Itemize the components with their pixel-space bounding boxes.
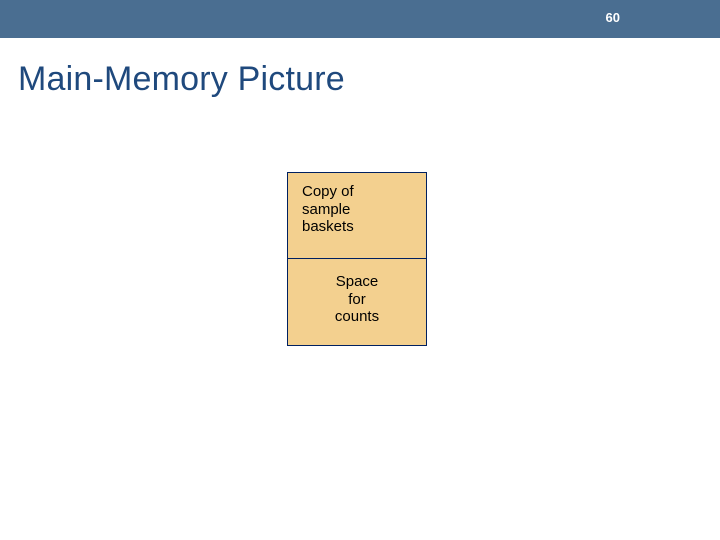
- diagram-cell-line: for: [348, 291, 366, 308]
- slide-number: 60: [606, 10, 620, 25]
- memory-diagram: Copy of sample baskets Space for counts: [287, 172, 427, 346]
- diagram-cell-sample-baskets: Copy of sample baskets: [288, 173, 426, 259]
- header-bar: 60: [0, 0, 720, 38]
- diagram-cell-line: Space: [336, 273, 379, 290]
- diagram-cell-line: counts: [335, 308, 379, 325]
- diagram-cell-line: sample: [302, 201, 350, 218]
- diagram-cell-line: baskets: [302, 218, 354, 235]
- page-title: Main-Memory Picture: [18, 60, 345, 99]
- diagram-cell-counts: Space for counts: [288, 259, 426, 345]
- diagram-cell-line: Copy of: [302, 183, 354, 200]
